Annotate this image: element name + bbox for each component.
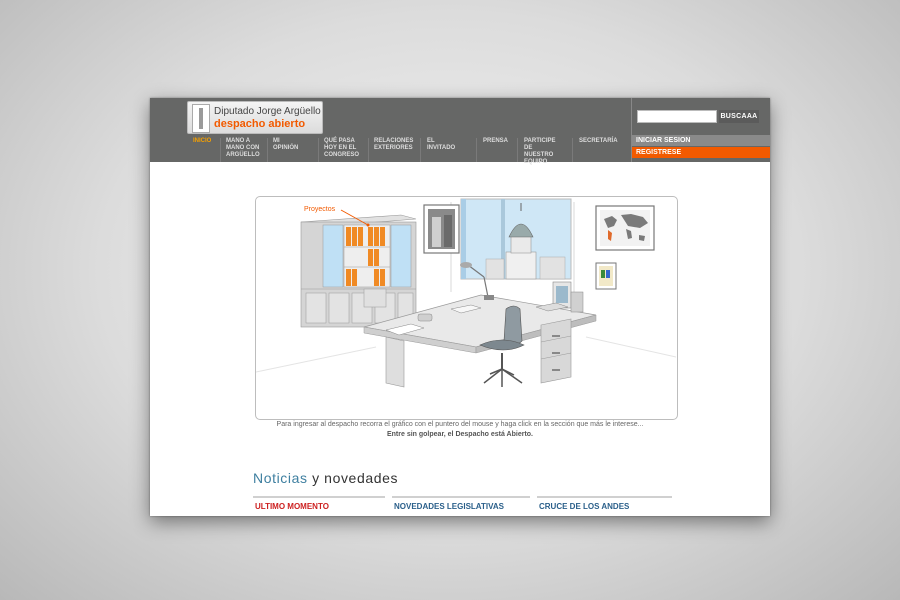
nav-separator — [517, 138, 518, 162]
news-column-heading[interactable]: ULTIMO MOMENTO — [255, 502, 329, 511]
header-bar: Diputado Jorge Argüello despacho abierto… — [150, 98, 770, 165]
news-column-ultimo-momento[interactable]: ULTIMO MOMENTO — [253, 496, 385, 516]
world-map-frame[interactable] — [595, 205, 655, 251]
nav-item-mano-a-mano[interactable]: MANO A MANO CON ARGÜELLO — [226, 138, 260, 159]
news-section-title: Noticias y novedades — [253, 470, 398, 486]
nav-item-el-invitado[interactable]: EL INVITADO — [427, 138, 455, 152]
search-input[interactable] — [637, 110, 717, 123]
tagline-text: Entre sin golpear, el Despacho está Abie… — [386, 431, 533, 438]
proyectos-label: Proyectos — [304, 206, 336, 213]
nav-separator — [368, 138, 369, 162]
logo-subtitle: despacho abierto — [214, 118, 306, 130]
browser-screen: Diputado Jorge Argüello despacho abierto… — [150, 98, 770, 516]
nav-item-prensa[interactable]: PRENSA — [483, 138, 508, 145]
nav-separator — [572, 138, 573, 162]
news-column-cruce-de-los-andes[interactable]: CRUCE DE LOS ANDES — [537, 496, 672, 516]
nav-item-secretaria[interactable]: SECRETARÍA — [579, 138, 618, 145]
logo-title: Diputado Jorge Argüello — [214, 106, 321, 117]
nav-separator — [220, 138, 221, 162]
news-column-heading[interactable]: CRUCE DE LOS ANDES — [539, 502, 629, 511]
nav-item-que-pasa[interactable]: QUÉ PASA HOY EN EL CONGRESO — [324, 138, 359, 159]
portrait-frame[interactable] — [423, 204, 460, 254]
nav-separator — [318, 138, 319, 162]
logo-mark-icon — [192, 104, 210, 133]
news-title-part2: y novedades — [312, 470, 399, 486]
news-column-heading[interactable]: NOVEDADES LEGISLATIVAS — [394, 502, 504, 511]
register-button[interactable]: REGISTRESE — [632, 147, 770, 158]
search-button[interactable]: BUSCAAA — [719, 110, 759, 123]
bookshelf[interactable] — [300, 214, 417, 328]
nav-separator — [267, 138, 268, 162]
nav-item-relaciones-exteriores[interactable]: RELACIONES EXTERIORES — [374, 138, 413, 152]
office-scene-svg: Proyectos — [255, 198, 677, 388]
certificate-frame[interactable] — [595, 262, 617, 290]
nav-separator — [476, 138, 477, 162]
instruction-text: Para ingresar al despacho recorra el grá… — [276, 421, 644, 428]
window-view[interactable] — [460, 198, 572, 280]
login-button[interactable]: INICIAR SESION — [632, 135, 770, 146]
office-illustration[interactable]: Proyectos — [255, 196, 678, 420]
computer[interactable] — [535, 281, 584, 313]
news-column-novedades-legislativas[interactable]: NOVEDADES LEGISLATIVAS — [392, 496, 530, 516]
news-title-part1: Noticias — [253, 470, 308, 486]
nav-item-participe[interactable]: PARTICIPE DE NUESTRO EQUIPO — [524, 138, 556, 166]
nav-item-mi-opinion[interactable]: MI OPINIÓN — [273, 138, 298, 152]
nav-separator — [420, 138, 421, 162]
site-logo[interactable]: Diputado Jorge Argüello despacho abierto — [187, 101, 323, 134]
nav-item-inicio[interactable]: INICIO — [193, 138, 211, 145]
side-cabinet — [363, 288, 387, 308]
